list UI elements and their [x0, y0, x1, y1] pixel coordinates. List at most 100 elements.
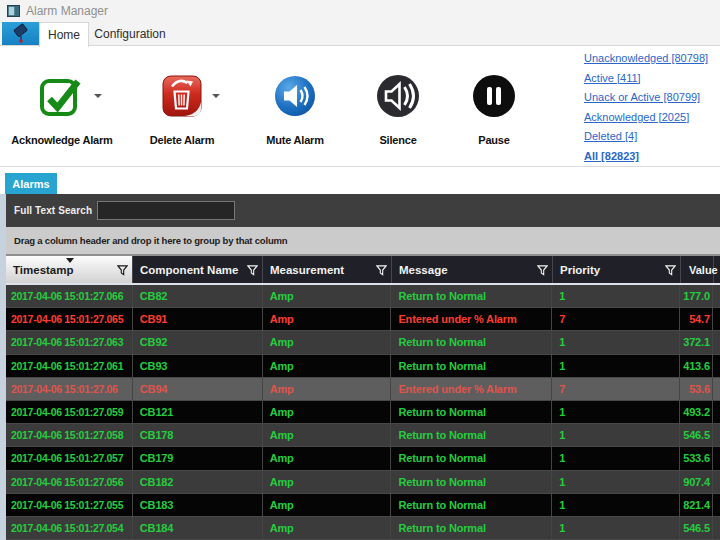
cell-overflow	[713, 447, 720, 469]
cell-component: CB183	[133, 494, 263, 516]
filter-funnel-icon[interactable]	[665, 265, 676, 276]
table-row[interactable]: 2017-04-06 15:01:27.065CB91AmpEntered un…	[6, 308, 720, 331]
acknowledge-alarm-button[interactable]: Acknowledge Alarm	[0, 72, 124, 146]
cell-value: 907.4	[680, 471, 713, 493]
cell-priority: 1	[552, 331, 680, 353]
alarm-filter-links: Unacknowledged [80798] Active [411] Unac…	[584, 49, 708, 167]
column-header-message[interactable]: Message	[392, 256, 553, 283]
cell-measurement: Amp	[263, 424, 392, 446]
ribbon-tab-bar: Home Configuration	[0, 22, 720, 46]
cell-measurement: Amp	[263, 378, 392, 400]
title-bar: Alarm Manager	[0, 0, 720, 22]
filter-funnel-icon[interactable]	[376, 265, 387, 276]
cell-overflow	[713, 355, 720, 377]
cell-priority: 1	[552, 424, 680, 446]
window-title: Alarm Manager	[26, 4, 108, 18]
filter-link-unack-or-active[interactable]: Unack or Active [80799]	[584, 88, 708, 108]
pause-icon	[471, 73, 517, 119]
table-row[interactable]: 2017-04-06 15:01:27.066CB82AmpReturn to …	[6, 285, 720, 308]
full-text-search-label: Full Text Search	[14, 194, 92, 227]
cell-component: CB179	[133, 447, 263, 469]
cell-value: 413.6	[680, 355, 713, 377]
tab-configuration[interactable]: Configuration	[89, 22, 171, 46]
table-row[interactable]: 2017-04-06 15:01:27.054CB184AmpReturn to…	[6, 517, 720, 540]
table-row[interactable]: 2017-04-06 15:01:27.057CB179AmpReturn to…	[6, 447, 720, 470]
delete-trash-icon	[161, 73, 203, 119]
cell-value: 546.5	[680, 517, 713, 539]
cell-priority: 1	[552, 517, 680, 539]
cell-priority: 1	[552, 447, 680, 469]
cell-overflow	[713, 308, 720, 330]
delete-alarm-button[interactable]: Delete Alarm	[120, 72, 244, 146]
application-menu-button[interactable]	[2, 22, 39, 45]
cell-message: Return to Normal	[391, 355, 552, 377]
pause-button[interactable]: Pause	[432, 72, 556, 146]
column-header-measurement[interactable]: Measurement	[263, 256, 392, 283]
delete-dropdown-arrow[interactable]	[212, 94, 220, 98]
cell-timestamp: 2017-04-06 15:01:27.058	[6, 424, 133, 446]
alarms-panel-tab[interactable]: Alarms	[5, 173, 57, 194]
cell-message: Return to Normal	[391, 285, 552, 307]
filter-link-unacknowledged[interactable]: Unacknowledged [80798]	[584, 49, 708, 69]
table-row[interactable]: 2017-04-06 15:01:27.056CB182AmpReturn to…	[6, 471, 720, 494]
cell-value: 54.7	[680, 308, 713, 330]
cell-overflow	[713, 424, 720, 446]
full-text-search-bar: Full Text Search	[6, 194, 720, 227]
cell-measurement: Amp	[263, 308, 392, 330]
cell-measurement: Amp	[263, 355, 392, 377]
cell-timestamp: 2017-04-06 15:01:27.063	[6, 331, 133, 353]
filter-link-acknowledged[interactable]: Acknowledged [2025]	[584, 108, 708, 128]
cell-value: 821.4	[680, 494, 713, 516]
cell-value: 372.1	[680, 331, 713, 353]
cell-component: CB121	[133, 401, 263, 423]
full-text-search-input[interactable]	[97, 201, 235, 220]
table-row[interactable]: 2017-04-06 15:01:27.06CB94AmpEntered und…	[6, 378, 720, 401]
table-row[interactable]: 2017-04-06 15:01:27.058CB178AmpReturn to…	[6, 424, 720, 447]
filter-funnel-icon[interactable]	[117, 265, 128, 276]
cell-overflow	[713, 471, 720, 493]
cell-timestamp: 2017-04-06 15:01:27.065	[6, 308, 133, 330]
cell-measurement: Amp	[263, 401, 392, 423]
filter-link-deleted[interactable]: Deleted [4]	[584, 127, 708, 147]
cell-message: Return to Normal	[391, 471, 552, 493]
cell-component: CB92	[133, 331, 263, 353]
cell-timestamp: 2017-04-06 15:01:27.055	[6, 494, 133, 516]
cell-timestamp: 2017-04-06 15:01:27.061	[6, 355, 133, 377]
acknowledge-dropdown-arrow[interactable]	[94, 94, 102, 98]
column-header-value[interactable]: Value	[681, 256, 714, 283]
cell-priority: 7	[552, 378, 680, 400]
cell-component: CB82	[133, 285, 263, 307]
cell-priority: 1	[552, 355, 680, 377]
column-header-component-name[interactable]: Component Name	[133, 256, 263, 283]
table-row[interactable]: 2017-04-06 15:01:27.059CB121AmpReturn to…	[6, 401, 720, 424]
app-icon	[7, 5, 20, 17]
cell-priority: 1	[552, 285, 680, 307]
cell-value: 53.6	[680, 378, 713, 400]
cell-overflow	[713, 401, 720, 423]
cell-value: 546.5	[680, 424, 713, 446]
cell-measurement: Amp	[263, 517, 392, 539]
cell-timestamp: 2017-04-06 15:01:27.059	[6, 401, 133, 423]
table-row[interactable]: 2017-04-06 15:01:27.061CB93AmpReturn to …	[6, 355, 720, 378]
cell-measurement: Amp	[263, 471, 392, 493]
column-header-timestamp[interactable]: Timestamp	[6, 256, 133, 283]
group-by-drop-zone[interactable]: Drag a column header and drop it here to…	[6, 227, 720, 256]
cell-overflow	[713, 331, 720, 353]
cell-component: CB182	[133, 471, 263, 493]
cell-timestamp: 2017-04-06 15:01:27.066	[6, 285, 133, 307]
filter-link-all[interactable]: All [82823]	[584, 147, 708, 167]
sort-descending-icon	[66, 258, 74, 263]
filter-funnel-icon[interactable]	[247, 265, 258, 276]
filter-link-active[interactable]: Active [411]	[584, 69, 708, 89]
filter-funnel-icon[interactable]	[537, 265, 548, 276]
table-row[interactable]: 2017-04-06 15:01:27.063CB92AmpReturn to …	[6, 331, 720, 354]
column-header-priority[interactable]: Priority	[553, 256, 681, 283]
cell-message: Entered under % Alarm	[391, 378, 552, 400]
acknowledge-check-icon	[38, 72, 86, 120]
table-row[interactable]: 2017-04-06 15:01:27.055CB183AmpReturn to…	[6, 494, 720, 517]
cell-timestamp: 2017-04-06 15:01:27.057	[6, 447, 133, 469]
cell-priority: 7	[552, 308, 680, 330]
cell-measurement: Amp	[263, 285, 392, 307]
cell-priority: 1	[552, 471, 680, 493]
tab-home[interactable]: Home	[39, 22, 89, 47]
